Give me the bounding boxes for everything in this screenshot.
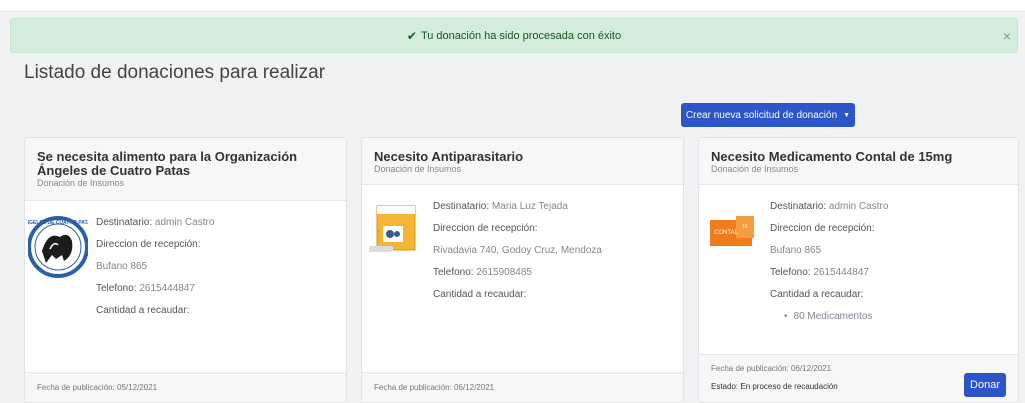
card-info: Destinatario: Maria Luz Tejada Direccion… [433, 197, 602, 305]
address-label: Direccion de recepción: [770, 223, 875, 234]
amount-label: Cantidad a recaudar: [433, 289, 527, 300]
donation-card: Se necesita alimento para la Organizació… [24, 137, 347, 403]
donate-button[interactable]: Donar [964, 373, 1006, 397]
amount-label: Cantidad a recaudar: [770, 289, 864, 300]
card-title: Se necesita alimento para la Organizació… [37, 149, 298, 178]
caret-down-icon: ▼ [843, 111, 851, 119]
address-label: Direccion de recepción: [433, 223, 538, 234]
amount-label: Cantidad a recaudar: [96, 305, 190, 316]
phone-row: Telefono: 2615444847 [96, 283, 195, 294]
svg-text:15: 15 [742, 224, 748, 230]
antiparasitic-product-image [367, 196, 419, 260]
card-header: Se necesita alimento para la Organizació… [25, 138, 346, 201]
address-value: Bufano 865 [770, 245, 822, 256]
address-value: Rivadavia 740, Godoy Cruz, Mendoza [433, 245, 602, 256]
check-icon: ✔ [406, 28, 417, 43]
card-footer: Fecha de publicación: 06/12/2021 Estado:… [699, 354, 1018, 402]
recipient-row: Destinatario: admin Castro [770, 201, 889, 212]
card-info: Destinatario: admin Castro Direccion de … [96, 213, 214, 321]
address-value: Bufano 865 [96, 261, 148, 272]
phone-row: Telefono: 2615444847 [770, 267, 869, 278]
organization-logo-image: ÁNGELES DE CUATRO PATAS [25, 211, 95, 283]
card-subtitle: Donación de Insumos [37, 178, 125, 188]
svg-text:CONTAL: CONTAL [714, 230, 739, 236]
svg-text:ÁNGELES DE CUATRO PATAS: ÁNGELES DE CUATRO PATAS [28, 219, 88, 226]
card-title: Necesito Medicamento Contal de 15mg [711, 149, 953, 164]
top-strip [0, 0, 1025, 10]
close-icon[interactable]: × [1003, 28, 1011, 44]
phone-row: Telefono: 2615908485 [433, 267, 532, 278]
card-header: Necesito Antiparasitario Donación de Ins… [362, 138, 683, 185]
donation-card: Necesito Antiparasitario Donación de Ins… [361, 137, 684, 403]
contal-medicine-image: CONTAL 15 [708, 212, 758, 252]
create-button-label: Crear nueva solicitud de donación [685, 109, 838, 121]
alert-message: Tu donación ha sido procesada con éxito [420, 29, 622, 42]
recipient-row: Destinatario: Maria Luz Tejada [433, 201, 568, 212]
address-label: Direccion de recepción: [96, 239, 201, 250]
recipient-row: Destinatario: admin Castro [96, 217, 215, 228]
card-title: Necesito Antiparasitario [374, 149, 524, 164]
donation-card: Necesito Medicamento Contal de 15mg Dona… [698, 137, 1019, 403]
publication-date: Fecha de publicación: 06/12/2021 [374, 383, 495, 392]
create-donation-request-button[interactable]: Crear nueva solicitud de donación ▼ [681, 103, 855, 127]
card-header: Necesito Medicamento Contal de 15mg Dona… [699, 138, 1018, 185]
card-footer: Fecha de publicación: 05/12/2021 [25, 372, 346, 402]
success-alert: ✔ Tu donación ha sido procesada con éxit… [10, 18, 1018, 53]
items-list: 80 Medicamentos [770, 307, 888, 327]
card-footer: Fecha de publicación: 06/12/2021 [362, 372, 683, 402]
publication-date: Fecha de publicación: 05/12/2021 [37, 383, 158, 392]
card-subtitle: Donación de Insumos [711, 164, 799, 174]
card-subtitle: Donación de Insumos [374, 164, 462, 174]
list-item: 80 Medicamentos [784, 307, 888, 327]
page-title: Listado de donaciones para realizar [24, 62, 326, 83]
card-info: Destinatario: admin Castro Direccion de … [770, 197, 888, 327]
